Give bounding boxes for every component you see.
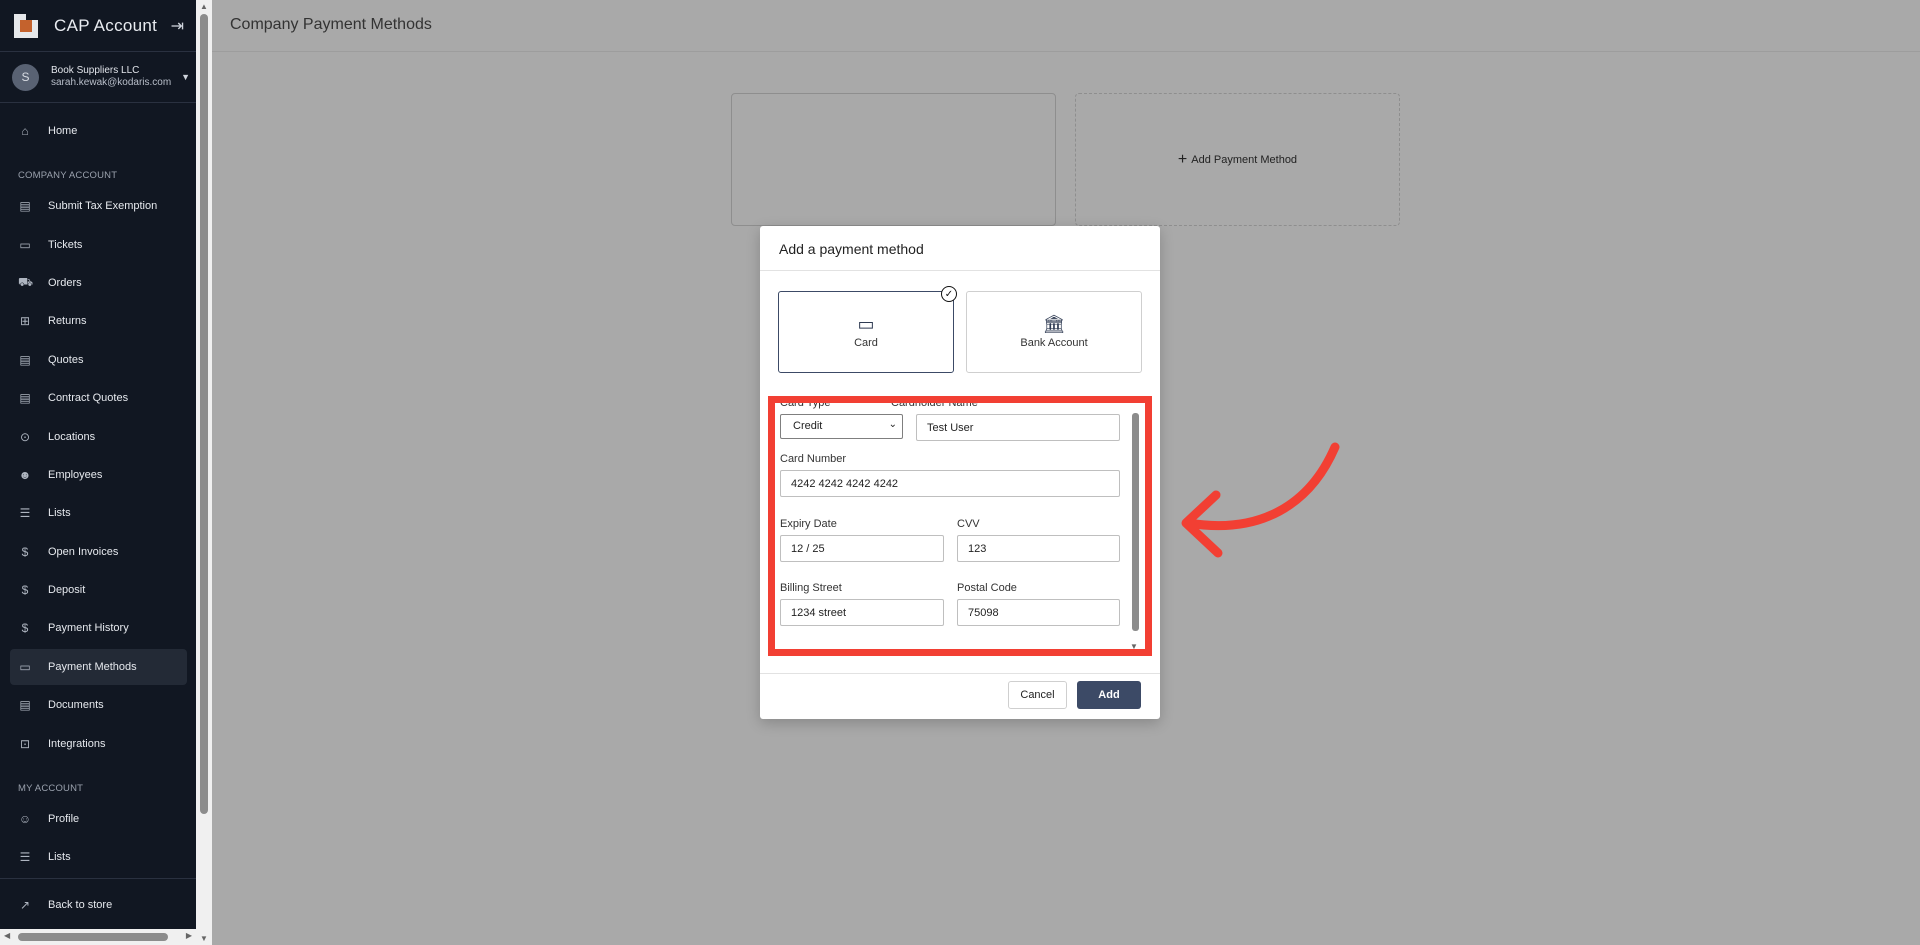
payment-form-highlight: Card Type Cardholder Name Credit ⌄ Test … <box>768 396 1152 656</box>
dollar-icon: $ <box>21 583 29 597</box>
sidebar: CAP Account ⇥ S Book Suppliers LLC sarah… <box>0 0 196 945</box>
credit-card-icon: ▭ <box>19 660 31 674</box>
people-icon: ☻ <box>18 468 32 482</box>
chevron-down-icon[interactable]: ▼ <box>181 72 190 82</box>
sidebar-item-home[interactable]: ⌂ Home <box>10 113 187 149</box>
payment-form: Card Type Cardholder Name Credit ⌄ Test … <box>775 403 1131 649</box>
page-title: Company Payment Methods <box>230 16 432 33</box>
sidebar-horizontal-scrollbar[interactable]: ◀ ▶ <box>0 929 196 945</box>
bank-icon: 🏛 <box>1042 314 1066 334</box>
payment-type-bank-label: Bank Account <box>1020 337 1088 349</box>
clipboard-icon: ▤ <box>19 353 31 367</box>
document-icon: ▤ <box>19 698 31 712</box>
sidebar-item-tickets[interactable]: ▭ Tickets <box>10 227 187 263</box>
card-number-input[interactable]: 4242 4242 4242 4242 <box>780 470 1120 497</box>
ticket-icon: ▭ <box>19 238 31 252</box>
add-payment-method-label: Add Payment Method <box>1191 153 1298 166</box>
sidebar-item-open-invoices[interactable]: $ Open Invoices <box>10 534 187 570</box>
app-title: CAP Account <box>54 15 158 35</box>
sidebar-divider <box>0 878 196 879</box>
scrollbar-thumb[interactable] <box>1132 413 1139 631</box>
sidebar-item-integrations[interactable]: ⊡ Integrations <box>10 726 187 762</box>
billing-street-input[interactable]: 1234 street <box>780 599 944 626</box>
kodaris-logo[interactable] <box>14 13 38 38</box>
scrollbar-thumb[interactable] <box>200 14 208 814</box>
sidebar-item-orders[interactable]: ⛟ Orders <box>10 265 187 301</box>
account-switcher[interactable]: S Book Suppliers LLC sarah.kewak@kodaris… <box>0 52 196 103</box>
clipboard-icon: ▤ <box>19 391 31 405</box>
sidebar-item-deposit[interactable]: $ Deposit <box>10 572 187 608</box>
payment-type-card[interactable]: ▭ Card <box>778 291 954 373</box>
card-number-label: Card Number <box>780 453 847 465</box>
home-icon: ⌂ <box>21 124 29 138</box>
postal-code-input[interactable]: 75098 <box>957 599 1120 626</box>
postal-code-label: Postal Code <box>957 582 1017 594</box>
sidebar-item-back-to-store[interactable]: ↗ Back to store <box>10 887 187 923</box>
sidebar-item-contract-quotes[interactable]: ▤ Contract Quotes <box>10 380 187 416</box>
account-company: Book Suppliers LLC <box>51 65 140 76</box>
annotation-arrow-icon <box>1181 442 1340 558</box>
location-pin-icon: ⊙ <box>19 430 31 444</box>
sidebar-item-documents[interactable]: ▤ Documents <box>10 687 187 723</box>
document-icon: ▤ <box>19 199 31 213</box>
add-payment-method-card[interactable]: + Add Payment Method <box>1075 93 1400 226</box>
sidebar-item-my-lists[interactable]: ☰ Lists <box>10 839 187 875</box>
expiry-date-label: Expiry Date <box>780 518 837 530</box>
account-email: sarah.kewak@kodaris.com <box>51 77 172 88</box>
chevron-down-icon: ⌄ <box>888 419 897 430</box>
list-icon: ☰ <box>19 506 31 520</box>
scroll-left-arrow-icon[interactable]: ◀ <box>4 931 10 940</box>
return-box-icon: ⊞ <box>19 314 31 328</box>
checkmark-icon: ✓ <box>941 286 957 302</box>
scroll-down-arrow-icon[interactable]: ▼ <box>1130 642 1138 649</box>
section-my-account: MY ACCOUNT <box>18 783 84 794</box>
payment-type-card-label: Card <box>854 337 878 349</box>
scroll-down-arrow-icon[interactable]: ▼ <box>200 934 208 943</box>
add-button[interactable]: Add <box>1077 681 1141 709</box>
sidebar-item-quotes[interactable]: ▤ Quotes <box>10 342 187 378</box>
sidebar-item-returns[interactable]: ⊞ Returns <box>10 303 187 339</box>
logout-icon[interactable]: ⇥ <box>171 16 184 36</box>
person-icon: ☺ <box>18 812 32 826</box>
add-payment-method-dialog: Add a payment method ▭ Card ✓ 🏛 Bank Acc… <box>760 226 1160 719</box>
cvv-label: CVV <box>957 518 980 530</box>
integration-icon: ⊡ <box>19 737 31 751</box>
list-icon: ☰ <box>19 850 31 864</box>
cvv-input[interactable]: 123 <box>957 535 1120 562</box>
sidebar-item-locations[interactable]: ⊙ Locations <box>10 419 187 455</box>
sidebar-item-profile[interactable]: ☺ Profile <box>10 801 187 837</box>
billing-street-label: Billing Street <box>780 582 842 594</box>
payment-type-bank-account[interactable]: 🏛 Bank Account <box>966 291 1142 373</box>
sidebar-item-submit-tax-exemption[interactable]: ▤ Submit Tax Exemption <box>10 188 187 224</box>
dollar-icon: $ <box>21 545 29 559</box>
card-type-select[interactable]: Credit ⌄ <box>780 414 903 439</box>
external-link-icon: ↗ <box>19 898 31 912</box>
sidebar-vertical-scrollbar[interactable]: ▲ ▼ <box>196 0 212 945</box>
top-bar: Company Payment Methods <box>212 0 1920 52</box>
cardholder-name-input[interactable]: Test User <box>916 414 1120 441</box>
plus-icon: + <box>1177 150 1188 168</box>
brand-bar: CAP Account ⇥ <box>0 0 196 52</box>
scroll-up-arrow-icon[interactable]: ▲ <box>200 2 208 11</box>
expiry-date-input[interactable]: 12 / 25 <box>780 535 944 562</box>
card-type-label: Card Type <box>780 397 831 409</box>
existing-payment-method-card[interactable] <box>731 93 1056 226</box>
sidebar-item-employees[interactable]: ☻ Employees <box>10 457 187 493</box>
sidebar-item-payment-history[interactable]: $ Payment History <box>10 610 187 646</box>
truck-icon: ⛟ <box>18 275 34 289</box>
avatar: S <box>12 63 39 91</box>
sidebar-item-payment-methods[interactable]: ▭ Payment Methods <box>10 649 187 685</box>
dollar-icon: $ <box>21 621 29 635</box>
credit-card-icon: ▭ <box>857 314 875 334</box>
scroll-right-arrow-icon[interactable]: ▶ <box>186 931 192 940</box>
cancel-button[interactable]: Cancel <box>1008 681 1067 709</box>
section-company-account: COMPANY ACCOUNT <box>18 170 118 181</box>
sidebar-item-lists[interactable]: ☰ Lists <box>10 495 187 531</box>
cardholder-name-label: Cardholder Name <box>891 397 978 409</box>
scrollbar-thumb[interactable] <box>18 933 168 941</box>
form-scrollbar[interactable]: ▼ <box>1130 403 1140 649</box>
dialog-title: Add a payment method <box>760 226 1160 271</box>
